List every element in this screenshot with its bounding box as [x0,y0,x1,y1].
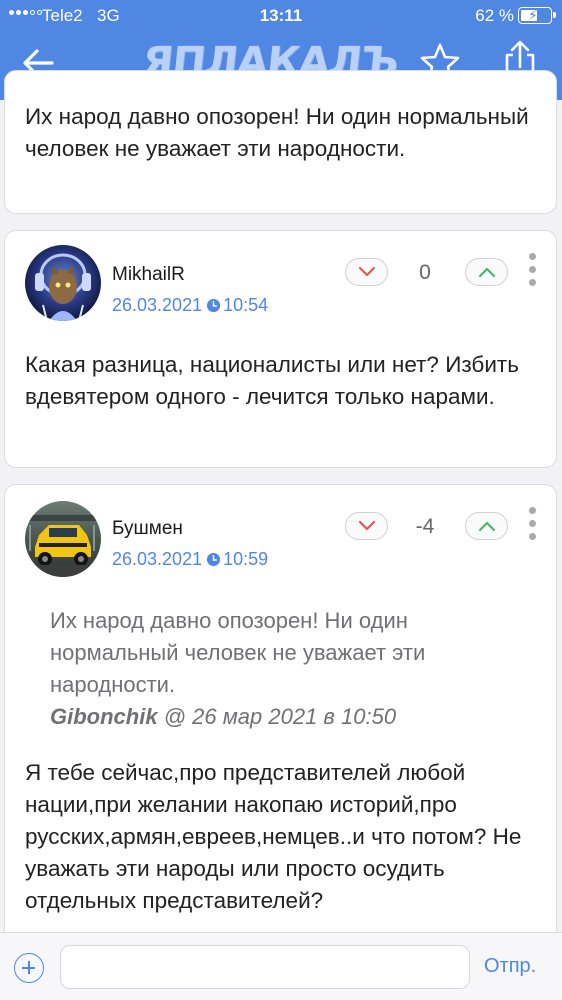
reply-input[interactable] [60,945,470,989]
post-time: 10:54 [223,295,269,315]
post-date: 26.03.2021 [112,549,203,569]
post-card: Их народ давно опозорен! Ни один нормаль… [4,70,557,214]
quoted-post: Их народ давно опозорен! Ни один нормаль… [50,605,536,733]
more-options-icon[interactable] [527,507,537,540]
chevron-down-icon [358,266,376,277]
chevron-down-icon [358,520,376,531]
battery-icon: ⚡ [518,7,556,24]
post-body: Какая разница, националисты или нет? Изб… [25,352,519,409]
quote-author[interactable]: Gibonchik [50,704,158,729]
post-body: Я тебе сейчас,про представителей любой н… [25,760,522,913]
post-card: MikhailR 26.03.2021 10:54 0 Какая разница… [4,230,557,468]
reply-composer: Отпр. [0,932,562,1000]
quote-text: Их народ давно опозорен! Ни один нормаль… [50,608,426,697]
more-options-icon[interactable] [527,253,537,286]
vote-down-button[interactable] [345,512,388,540]
chevron-up-icon [478,521,496,532]
vote-up-button[interactable] [465,258,508,286]
clock-icon [207,552,221,567]
battery-percent: 62 % [475,6,514,25]
avatar[interactable] [25,245,101,321]
send-button[interactable]: Отпр. [484,955,536,978]
post-body: Их народ давно опозорен! Ни один нормаль… [25,104,529,161]
clock-icon [207,298,221,313]
charging-bolt-icon: ⚡ [528,7,538,23]
chevron-up-icon [478,267,496,278]
vote-down-button[interactable] [345,258,388,286]
post-author[interactable]: MikhailR [112,264,185,286]
vote-up-button[interactable] [465,512,508,540]
post-author[interactable]: Бушмен [112,518,183,540]
post-card: Бушмен 26.03.2021 10:59 -4 Их народ давно… [4,484,557,944]
post-time: 10:59 [223,549,269,569]
add-attachment-button[interactable] [14,953,44,983]
avatar[interactable] [25,501,101,577]
post-timestamp: 26.03.2021 10:54 [112,295,268,316]
status-bar: Tele2 3G 13:11 62 % ⚡ [0,0,562,32]
post-date: 26.03.2021 [112,295,203,315]
vote-count: 0 [419,261,431,284]
quote-meta: @ 26 мар 2021 в 10:50 [157,704,397,729]
quote-attribution: Gibonchik @ 26 мар 2021 в 10:50 [50,701,536,733]
post-timestamp: 26.03.2021 10:59 [112,549,268,570]
vote-count: -4 [415,515,435,538]
